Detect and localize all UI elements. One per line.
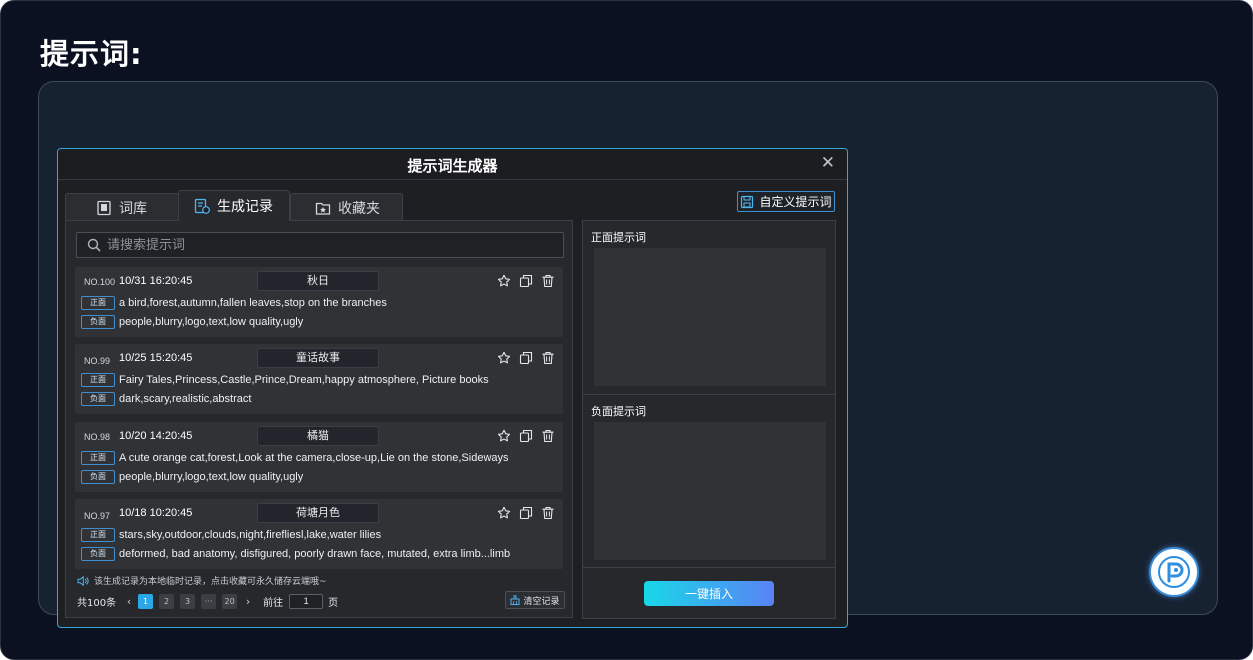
clear-records-button[interactable]: 清空记录: [505, 591, 565, 609]
record-number: NO.98: [84, 432, 111, 442]
positive-prompt-text: stars,sky,outdoor,clouds,night,fireflies…: [119, 529, 382, 541]
negative-prompt-text: people,blurry,logo,text,low quality,ugly: [119, 471, 304, 483]
page-button[interactable]: 20: [222, 593, 238, 609]
negative-tag: 负面: [81, 315, 115, 329]
positive-prompt-text: a bird,forest,autumn,fallen leaves,stop …: [119, 297, 387, 309]
chevron-left-icon[interactable]: ‹: [124, 595, 134, 608]
history-panel: NO.100 10/31 16:20:45 秋日 正面 a bird,fores…: [65, 220, 573, 618]
positive-tag: 正面: [81, 296, 115, 310]
record-actions: [497, 506, 555, 520]
negative-tag: 负面: [81, 547, 115, 561]
history-record[interactable]: NO.97 10/18 10:20:45 荷塘月色 正面 stars,sky,o…: [75, 499, 563, 569]
record-number: NO.99: [84, 356, 111, 366]
record-actions: [497, 429, 555, 443]
app-frame: 提示词: 提示词生成器 ✕ 词库 生成记录 收藏夹 自定义提示词 请搜索提示词 …: [0, 0, 1253, 660]
prompt-generator-dialog: 提示词生成器 ✕ 词库 生成记录 收藏夹 自定义提示词 请搜索提示词 NO.10…: [57, 148, 848, 628]
tab-label: 收藏夹: [338, 200, 380, 217]
negative-tag: 负面: [81, 392, 115, 406]
delete-icon[interactable]: [541, 351, 555, 365]
positive-tag: 正面: [81, 528, 115, 542]
page-unit-label: 页: [328, 597, 339, 609]
positive-tag: 正面: [81, 373, 115, 387]
folder-star-icon: [315, 200, 331, 216]
record-actions: [497, 351, 555, 365]
tab-label: 生成记录: [217, 199, 273, 215]
negative-prompt-text: deformed, bad anatomy, disfigured, poorl…: [119, 548, 511, 560]
floating-assistant-button[interactable]: [1149, 547, 1199, 597]
record-number: NO.100: [84, 277, 116, 287]
negative-prompt-text: dark,scary,realistic,abstract: [119, 393, 252, 405]
copy-icon[interactable]: [519, 351, 533, 365]
star-icon[interactable]: [497, 274, 511, 288]
history-record[interactable]: NO.99 10/25 15:20:45 童话故事 正面 Fairy Tales…: [75, 344, 563, 414]
tab-generation-history[interactable]: 生成记录: [178, 190, 290, 221]
history-list-icon: [194, 198, 210, 214]
negative-prompt-text: people,blurry,logo,text,low quality,ugly: [119, 316, 304, 328]
record-number: NO.97: [84, 511, 111, 521]
dialog-title: 提示词生成器: [407, 157, 498, 175]
page-button[interactable]: 1: [138, 593, 154, 609]
p-logo-icon: [1158, 556, 1190, 588]
dialog-header: 提示词生成器 ✕: [58, 149, 847, 180]
search-input[interactable]: [107, 233, 547, 257]
record-name: 橘猫: [257, 426, 379, 446]
speaker-icon: [77, 575, 89, 587]
delete-icon[interactable]: [541, 274, 555, 288]
tab-word-library[interactable]: 词库: [65, 193, 179, 221]
record-time: 10/31 16:20:45: [119, 275, 193, 287]
delete-icon[interactable]: [541, 429, 555, 443]
record-time: 10/20 14:20:45: [119, 430, 193, 442]
positive-prompt-textarea[interactable]: [594, 248, 826, 386]
record-actions: [497, 274, 555, 288]
history-record[interactable]: NO.98 10/20 14:20:45 橘猫 正面 A cute orange…: [75, 422, 563, 492]
copy-icon[interactable]: [519, 274, 533, 288]
book-icon: [96, 200, 112, 216]
prompt-preview-panel: 正面提示词 负面提示词 一键插入: [582, 220, 836, 619]
copy-icon[interactable]: [519, 429, 533, 443]
chevron-right-icon[interactable]: ›: [243, 595, 253, 608]
custom-prompt-button[interactable]: 自定义提示词: [737, 191, 835, 212]
local-record-notice: 该生成记录为本地临时记录，点击收藏可永久储存云端哦~: [77, 574, 327, 587]
positive-prompt-text: Fairy Tales,Princess,Castle,Prince,Dream…: [119, 374, 489, 386]
star-icon[interactable]: [497, 351, 511, 365]
save-icon: [740, 195, 754, 209]
copy-icon[interactable]: [519, 506, 533, 520]
custom-prompt-label: 自定义提示词: [759, 195, 832, 209]
star-icon[interactable]: [497, 506, 511, 520]
pagination: 共100条 ‹ 1 2 3 ··· 20 › 前往 页: [77, 593, 338, 609]
tab-favorites[interactable]: 收藏夹: [290, 193, 403, 221]
page-button[interactable]: 2: [159, 593, 175, 609]
negative-prompt-textarea[interactable]: [594, 422, 826, 560]
negative-prompt-label: 负面提示词: [591, 405, 646, 418]
notice-text: 该生成记录为本地临时记录，点击收藏可永久储存云端哦~: [94, 577, 327, 587]
history-record[interactable]: NO.100 10/31 16:20:45 秋日 正面 a bird,fores…: [75, 267, 563, 337]
page-ellipsis[interactable]: ···: [201, 593, 217, 609]
record-name: 秋日: [257, 271, 379, 291]
insert-button[interactable]: 一键插入: [644, 581, 774, 606]
divider: [583, 567, 835, 568]
page-button[interactable]: 3: [180, 593, 196, 609]
negative-tag: 负面: [81, 470, 115, 484]
page-title: 提示词:: [40, 37, 143, 71]
record-name: 荷塘月色: [257, 503, 379, 523]
positive-tag: 正面: [81, 451, 115, 465]
goto-page-input[interactable]: [289, 593, 324, 609]
record-time: 10/25 15:20:45: [119, 352, 193, 364]
tab-label: 词库: [119, 200, 147, 217]
star-icon[interactable]: [497, 429, 511, 443]
goto-label: 前往: [263, 597, 284, 609]
positive-prompt-text: A cute orange cat,forest,Look at the cam…: [119, 452, 509, 464]
record-name: 童话故事: [257, 348, 379, 368]
clear-icon: [510, 595, 520, 605]
search-box: [76, 232, 564, 258]
close-icon[interactable]: ✕: [821, 153, 835, 173]
total-count: 共100条: [77, 597, 117, 609]
clear-records-label: 清空记录: [523, 596, 560, 607]
search-icon: [87, 238, 101, 252]
delete-icon[interactable]: [541, 506, 555, 520]
positive-prompt-label: 正面提示词: [591, 231, 646, 244]
record-time: 10/18 10:20:45: [119, 507, 193, 519]
divider: [583, 394, 835, 395]
